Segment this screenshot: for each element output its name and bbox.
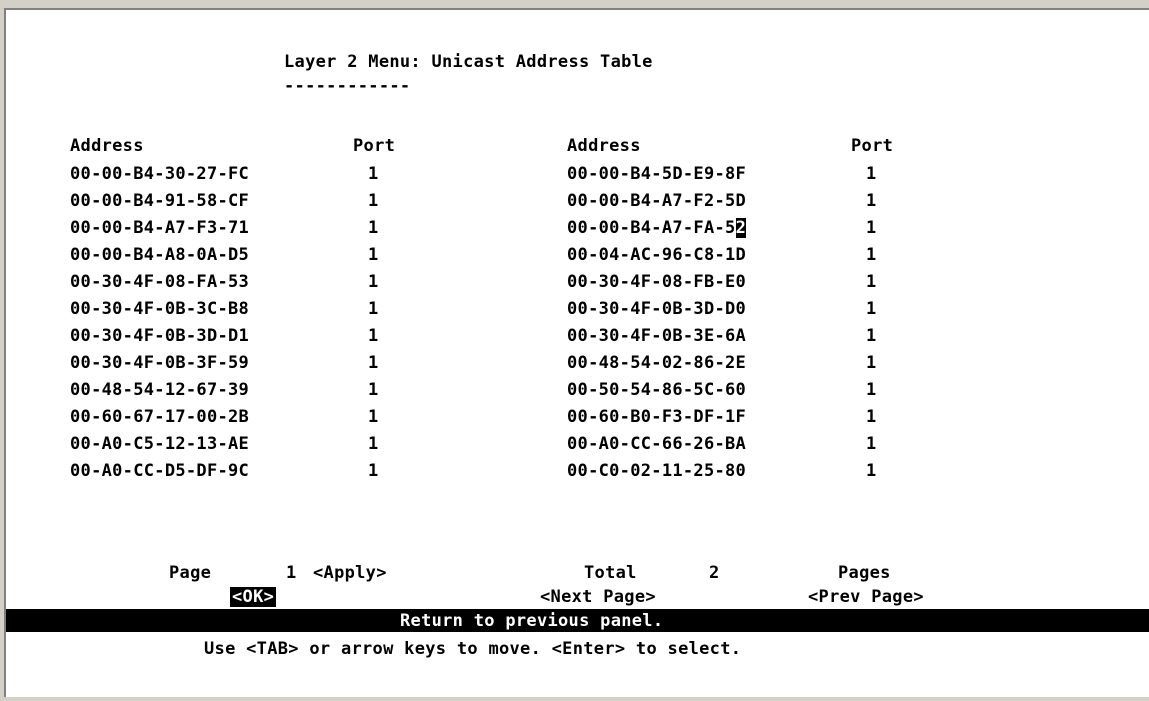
port-cell: 1 — [368, 461, 379, 481]
table-row: 00-00-B4-A7-F3-71 1 00-00-B4-A7-FA-52 1 — [6, 218, 1149, 245]
address-cell: 00-00-B4-A7-F2-5D — [567, 191, 747, 211]
port-cell: 1 — [368, 164, 379, 184]
page-number-field[interactable]: 1 — [286, 563, 297, 583]
address-cell: 00-30-4F-08-FB-E0 — [567, 272, 747, 292]
port-cell: 1 — [866, 164, 877, 184]
address-cell: 00-30-4F-0B-3D-D1 — [70, 326, 250, 346]
help-text: Use <TAB> or arrow keys to move. <Enter>… — [204, 639, 742, 659]
column-header-address-right: Address — [567, 136, 641, 156]
table-row: 00-00-B4-91-58-CF 1 00-00-B4-A7-F2-5D 1 — [6, 191, 1149, 218]
pages-label: Pages — [838, 563, 891, 583]
address-cell: 00-A0-CC-66-26-BA — [567, 434, 747, 454]
total-label: Total — [584, 563, 637, 583]
port-cell: 1 — [368, 218, 379, 238]
table-row: 00-30-4F-0B-3D-D1 1 00-30-4F-0B-3E-6A 1 — [6, 326, 1149, 353]
port-cell: 1 — [368, 353, 379, 373]
column-header-port-right: Port — [851, 136, 894, 156]
port-cell: 1 — [866, 218, 877, 238]
port-cell: 1 — [368, 191, 379, 211]
table-row: 00-60-67-17-00-2B 1 00-60-B0-F3-DF-1F 1 — [6, 407, 1149, 434]
address-cell: 00-30-4F-08-FA-53 — [70, 272, 250, 292]
port-cell: 1 — [368, 380, 379, 400]
table-row: 00-30-4F-0B-3F-59 1 00-48-54-02-86-2E 1 — [6, 353, 1149, 380]
address-cell: 00-50-54-86-5C-60 — [567, 380, 747, 400]
total-pages-value: 2 — [709, 563, 720, 583]
address-cell: 00-00-B4-91-58-CF — [70, 191, 250, 211]
port-cell: 1 — [866, 434, 877, 454]
port-cell: 1 — [866, 353, 877, 373]
address-cell: 00-00-B4-30-27-FC — [70, 164, 250, 184]
address-cell: 00-00-B4-A7-F3-71 — [70, 218, 250, 238]
apply-button[interactable]: <Apply> — [313, 563, 387, 583]
column-header-port-left: Port — [353, 136, 396, 156]
address-cell: 00-04-AC-96-C8-1D — [567, 245, 747, 265]
address-cell: 00-A0-CC-D5-DF-9C — [70, 461, 250, 481]
table-row: 00-A0-CC-D5-DF-9C 1 00-C0-02-11-25-80 1 — [6, 461, 1149, 488]
port-cell: 1 — [866, 326, 877, 346]
console-screen: Layer 2 Menu: Unicast Address Table ----… — [4, 8, 1149, 697]
table-row: 00-48-54-12-67-39 1 00-50-54-86-5C-60 1 — [6, 380, 1149, 407]
address-table: 00-00-B4-30-27-FC 1 00-00-B4-5D-E9-8F 1 … — [6, 164, 1149, 488]
table-row: 00-30-4F-08-FA-53 1 00-30-4F-08-FB-E0 1 — [6, 272, 1149, 299]
table-row: 00-00-B4-30-27-FC 1 00-00-B4-5D-E9-8F 1 — [6, 164, 1149, 191]
address-cell: 00-30-4F-0B-3D-D0 — [567, 299, 747, 319]
prev-page-button[interactable]: <Prev Page> — [808, 587, 924, 607]
table-row: 00-00-B4-A8-0A-D5 1 00-04-AC-96-C8-1D 1 — [6, 245, 1149, 272]
address-cell: 00-60-B0-F3-DF-1F — [567, 407, 747, 427]
address-cell: 00-00-B4-5D-E9-8F — [567, 164, 747, 184]
page-label: Page — [169, 563, 212, 583]
port-cell: 1 — [368, 299, 379, 319]
port-cell: 1 — [368, 272, 379, 292]
port-cell: 1 — [368, 326, 379, 346]
page-title: Layer 2 Menu: Unicast Address Table — [284, 52, 653, 72]
address-cell: 00-A0-C5-12-13-AE — [70, 434, 250, 454]
port-cell: 1 — [368, 434, 379, 454]
port-cell: 1 — [866, 245, 877, 265]
title-underline: ------------ — [284, 76, 411, 96]
address-cell: 00-30-4F-0B-3E-6A — [567, 326, 747, 346]
address-cell: 00-C0-02-11-25-80 — [567, 461, 747, 481]
port-cell: 1 — [368, 245, 379, 265]
port-cell: 1 — [368, 407, 379, 427]
status-message: Return to previous panel. — [400, 611, 664, 631]
address-cell-with-cursor[interactable]: 00-00-B4-A7-FA-52 — [567, 218, 747, 238]
port-cell: 1 — [866, 272, 877, 292]
address-cell: 00-60-67-17-00-2B — [70, 407, 250, 427]
address-cell: 00-30-4F-0B-3F-59 — [70, 353, 250, 373]
address-cell: 00-00-B4-A8-0A-D5 — [70, 245, 250, 265]
table-row: 00-30-4F-0B-3C-B8 1 00-30-4F-0B-3D-D0 1 — [6, 299, 1149, 326]
table-row: 00-A0-C5-12-13-AE 1 00-A0-CC-66-26-BA 1 — [6, 434, 1149, 461]
address-cell: 00-48-54-02-86-2E — [567, 353, 747, 373]
address-cell-prefix: 00-00-B4-A7-FA-5 — [567, 218, 736, 238]
port-cell: 1 — [866, 380, 877, 400]
port-cell: 1 — [866, 299, 877, 319]
port-cell: 1 — [866, 461, 877, 481]
ok-button[interactable]: <OK> — [230, 587, 277, 607]
port-cell: 1 — [866, 407, 877, 427]
column-header-address-left: Address — [70, 136, 144, 156]
text-cursor: 2 — [735, 218, 747, 238]
next-page-button[interactable]: <Next Page> — [540, 587, 656, 607]
address-cell: 00-30-4F-0B-3C-B8 — [70, 299, 250, 319]
port-cell: 1 — [866, 191, 877, 211]
address-cell: 00-48-54-12-67-39 — [70, 380, 250, 400]
